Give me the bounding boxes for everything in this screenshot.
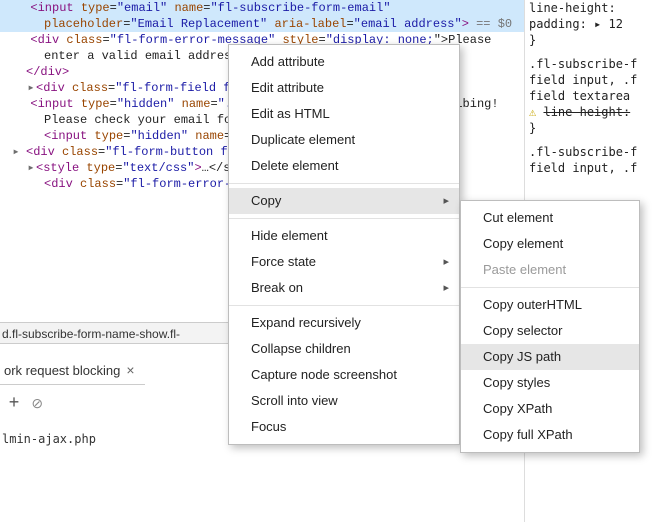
clear-patterns-button[interactable]: ⊘ <box>31 395 51 412</box>
menu-duplicate-element[interactable]: Duplicate element <box>229 127 459 153</box>
menu-edit-attribute[interactable]: Edit attribute <box>229 75 459 101</box>
menu-copy-styles[interactable]: Copy styles <box>461 370 639 396</box>
menu-copy-xpath[interactable]: Copy XPath <box>461 396 639 422</box>
menu-force-state-submenu[interactable]: Force state <box>229 249 459 275</box>
expand-arrow-icon[interactable]: ▸ <box>16 144 26 160</box>
menu-expand-recursively[interactable]: Expand recursively <box>229 310 459 336</box>
menu-add-attribute[interactable]: Add attribute <box>229 49 459 75</box>
tab-request-blocking[interactable]: ork request blocking× <box>0 356 145 385</box>
menu-separator <box>461 287 639 288</box>
menu-cut-element[interactable]: Cut element <box>461 205 639 231</box>
menu-hide-element[interactable]: Hide element <box>229 223 459 249</box>
blocked-request-item[interactable]: lmin-ajax.php <box>0 432 96 446</box>
warning-icon: ⚠ <box>529 105 536 119</box>
add-pattern-button[interactable]: + <box>0 392 28 413</box>
menu-copy-selector[interactable]: Copy selector <box>461 318 639 344</box>
menu-capture-screenshot[interactable]: Capture node screenshot <box>229 362 459 388</box>
selected-node-ref: == $0 <box>469 17 512 31</box>
menu-copy-submenu[interactable]: Copy <box>229 188 459 214</box>
close-icon[interactable]: × <box>126 362 134 378</box>
menu-separator <box>229 305 459 306</box>
menu-delete-element[interactable]: Delete element <box>229 153 459 179</box>
menu-break-on-submenu[interactable]: Break on <box>229 275 459 301</box>
context-menu-primary: Add attribute Edit attribute Edit as HTM… <box>228 44 460 445</box>
expand-arrow-icon[interactable]: ▸ <box>26 160 36 176</box>
context-menu-copy-submenu: Cut element Copy element Paste element C… <box>460 200 640 453</box>
tag-input: <input <box>30 1 73 15</box>
menu-edit-as-html[interactable]: Edit as HTML <box>229 101 459 127</box>
menu-copy-element[interactable]: Copy element <box>461 231 639 257</box>
menu-copy-full-xpath[interactable]: Copy full XPath <box>461 422 639 448</box>
menu-paste-element: Paste element <box>461 257 639 283</box>
menu-separator <box>229 183 459 184</box>
expand-arrow-icon[interactable]: ▸ <box>26 80 36 96</box>
menu-collapse-children[interactable]: Collapse children <box>229 336 459 362</box>
selected-dom-node[interactable]: <input type="email" name="fl-subscribe-f… <box>0 0 524 32</box>
menu-copy-js-path[interactable]: Copy JS path <box>461 344 639 370</box>
menu-separator <box>229 218 459 219</box>
menu-scroll-into-view[interactable]: Scroll into view <box>229 388 459 414</box>
menu-focus[interactable]: Focus <box>229 414 459 440</box>
menu-copy-outerhtml[interactable]: Copy outerHTML <box>461 292 639 318</box>
